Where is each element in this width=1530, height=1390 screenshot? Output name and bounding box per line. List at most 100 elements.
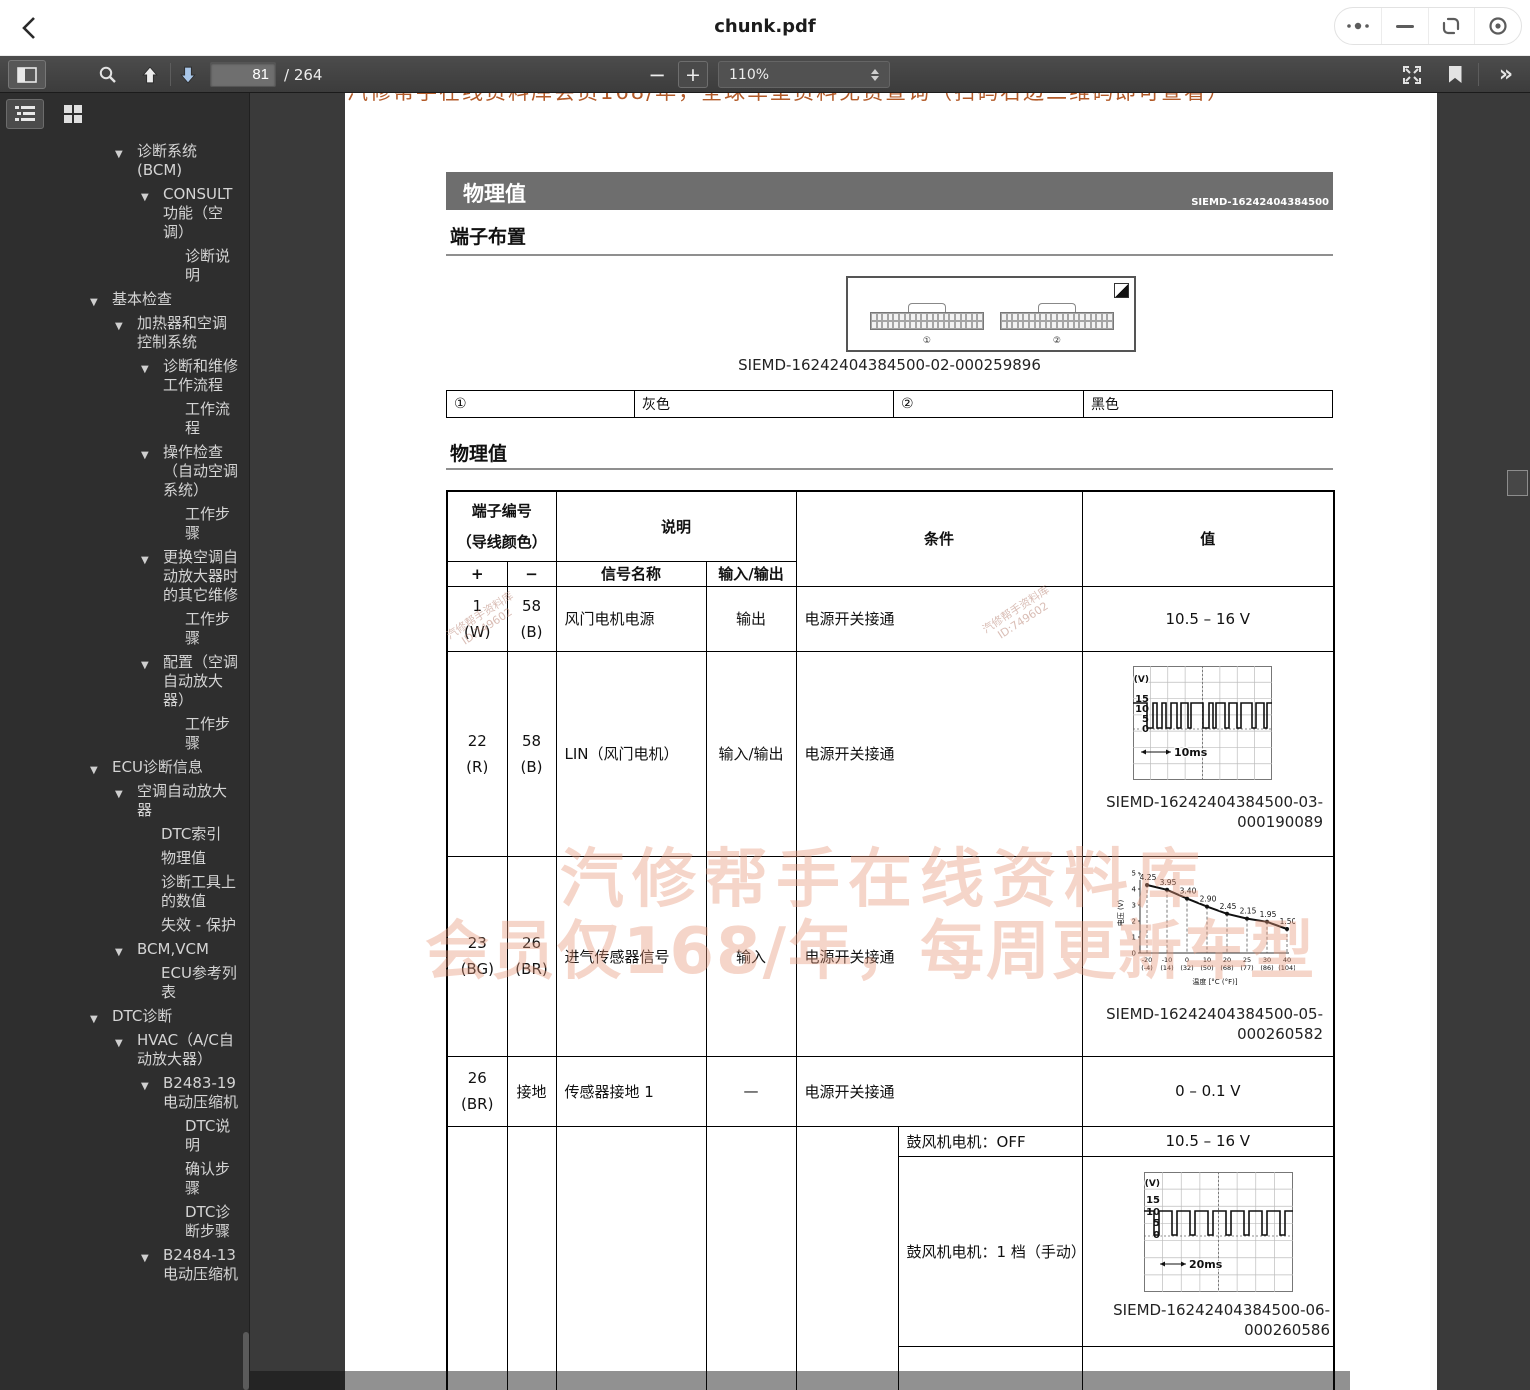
thumbnail-view-button[interactable] — [54, 99, 92, 129]
toc-item[interactable]: 失效 - 保护 — [0, 916, 250, 935]
toc-item-label: 失效 - 保护 — [161, 916, 236, 934]
sidebar-scrollbar-thumb[interactable] — [243, 1332, 249, 1390]
more-options-icon — [1345, 21, 1371, 31]
toc-item[interactable]: ▼ HVAC（A/C自 动放大器） — [0, 1031, 250, 1069]
minimize-icon — [1395, 23, 1415, 29]
toc-item[interactable]: ECU参考列 表 — [0, 964, 250, 1002]
caret-down-icon[interactable]: ▼ — [115, 145, 123, 164]
zoom-in-button[interactable]: + — [678, 61, 708, 88]
toc-item[interactable]: DTC说 明 — [0, 1117, 250, 1155]
toc-item[interactable]: ▼诊断系统 (BCM) — [0, 142, 250, 180]
caret-down-icon[interactable]: ▼ — [115, 785, 123, 804]
fullscreen-button[interactable] — [1398, 62, 1426, 87]
zoom-out-button[interactable]: − — [640, 60, 674, 89]
promo-banner-text: 汽修帮手在线资料库会员168/年，全球车型资料免费查询（扫码右边二维码即可查看） — [347, 93, 1407, 106]
horizontal-scrollbar[interactable] — [250, 1371, 1350, 1390]
caret-down-icon[interactable]: ▼ — [141, 188, 149, 207]
toc-item[interactable]: ▼ BCM,VCM — [0, 940, 250, 959]
app-title-bar: chunk.pdf — [0, 0, 1530, 56]
bookmark-button[interactable] — [1444, 62, 1466, 87]
toc-item[interactable]: ▼ CONSULT 功能（空 调） — [0, 185, 250, 242]
toc-item[interactable]: DTC索引 — [0, 825, 250, 844]
toc-item[interactable]: 诊断说 明 — [0, 247, 250, 285]
toc-item-label: 工作步 骤 — [185, 715, 230, 752]
toc-item[interactable]: ▼ 更换空调自 动放大器时 的其它维修 — [0, 548, 250, 605]
toc-item[interactable]: 物理值 — [0, 849, 250, 868]
more-options-button[interactable] — [1335, 8, 1381, 44]
document-title: chunk.pdf — [0, 16, 1530, 37]
minimize-button[interactable] — [1381, 8, 1428, 44]
toolbar-more-button[interactable]: » — [1490, 60, 1522, 89]
toc-item[interactable]: ▼基本检查 — [0, 290, 250, 309]
toc-item[interactable]: ▼B2484-13 电动压缩机 — [0, 1246, 250, 1284]
toc-item-label: 更换空调自 动放大器时 的其它维修 — [163, 548, 238, 604]
toc-item[interactable]: ▼加热器和空调 控制系统 — [0, 314, 250, 352]
caret-down-icon[interactable]: ▼ — [141, 360, 149, 379]
toc-item-label: 诊断和维修 工作流程 — [163, 357, 238, 394]
target-button[interactable] — [1474, 8, 1521, 44]
col-header-terminal: 端子编号 （导线颜色） — [447, 491, 556, 561]
toc-item[interactable]: ▼DTC诊断 — [0, 1007, 250, 1026]
toc-item-label: BCM,VCM — [137, 940, 209, 958]
toc-item[interactable]: ▼配置（空调 自动放大 器） — [0, 653, 250, 710]
toc-item[interactable]: 工作流 程 — [0, 400, 250, 438]
sidebar-toggle-icon — [17, 67, 37, 83]
toc-item[interactable]: 诊断工具上 的数值 — [0, 873, 250, 911]
caret-down-icon[interactable]: ▼ — [115, 317, 123, 336]
pdf-viewer-area[interactable]: 汽修帮手在线资料库会员168/年，全球车型资料免费查询（扫码右边二维码即可查看）… — [250, 93, 1530, 1390]
zoom-level-value: 110% — [729, 67, 769, 83]
next-page-button[interactable] — [174, 61, 202, 88]
caret-down-icon[interactable]: ▼ — [141, 551, 149, 570]
outline-view-button[interactable] — [6, 99, 44, 129]
physical-values-table: 端子编号 （导线颜色） 说明 条件 值 + − 信号名称 输入/输出 1(W) … — [446, 490, 1335, 1390]
outline-view-icon — [14, 105, 36, 123]
toc-item[interactable]: 工作步 骤 — [0, 505, 250, 543]
restore-window-icon — [1442, 17, 1460, 35]
page-count-label: / 264 — [284, 66, 322, 84]
window-controls — [1334, 7, 1522, 45]
toc-item[interactable]: ▼ 空调自动放大 器 — [0, 782, 250, 820]
caret-down-icon[interactable]: ▼ — [141, 656, 149, 675]
restore-window-button[interactable] — [1428, 8, 1475, 44]
toc-item[interactable]: DTC诊 断步骤 — [0, 1203, 250, 1241]
caret-down-icon[interactable]: ▼ — [90, 293, 98, 312]
toc-item-label: 空调自动放大 器 — [137, 782, 227, 819]
toc-item[interactable]: ▼ECU诊断信息 — [0, 758, 250, 777]
caret-down-icon[interactable]: ▼ — [90, 761, 98, 780]
table-row: 22(R) 58(B) LIN（风门电机） 输入/输出 电源开关接通 — [447, 651, 1334, 856]
previous-page-button[interactable] — [136, 61, 164, 88]
col-header-description: 说明 — [556, 491, 796, 561]
page-up-icon — [141, 65, 159, 85]
toc-item[interactable]: ▼ 操作检查 （自动空调 系统） — [0, 443, 250, 500]
toc-item-label: 物理值 — [161, 849, 206, 867]
toc-item-label: CONSULT 功能（空 调） — [163, 185, 232, 241]
caret-down-icon[interactable]: ▼ — [141, 446, 149, 465]
caret-down-icon[interactable]: ▼ — [115, 1034, 123, 1053]
pdf-toolbar: / 264 − + 110% » — [0, 56, 1530, 93]
vertical-scrollbar-thumb[interactable] — [1507, 470, 1528, 496]
toc-item[interactable]: ▼B2483-19 电动压缩机 — [0, 1074, 250, 1112]
thumbnail-view-icon — [63, 104, 83, 124]
terminal-layout-heading: 端子布置 — [450, 222, 526, 249]
caret-down-icon[interactable]: ▼ — [141, 1249, 149, 1268]
divider — [446, 468, 1333, 470]
toc-item[interactable]: 确认步 骤 — [0, 1160, 250, 1198]
toc-item[interactable]: 工作步 骤 — [0, 610, 250, 648]
sidebar-toggle-button[interactable] — [8, 60, 46, 89]
zoom-level-select[interactable]: 110% — [718, 61, 890, 88]
caret-down-icon[interactable]: ▼ — [115, 943, 123, 962]
table-row: 1(W) 58(B) 风门电机电源 输出 电源开关接通 10.5 – 16 V — [447, 586, 1334, 651]
color-table-color1: 灰色 — [635, 391, 894, 418]
bookmark-icon — [1449, 66, 1462, 83]
toc-item-label: 操作检查 （自动空调 系统） — [163, 443, 238, 499]
caret-down-icon[interactable]: ▼ — [141, 1077, 149, 1096]
sidebar-view-switcher — [0, 93, 250, 135]
page-number-input[interactable] — [210, 62, 276, 87]
toc-item[interactable]: 工作步 骤 — [0, 715, 250, 753]
toc-item-label: ECU参考列 表 — [161, 964, 237, 1001]
toc-item-label: 工作步 骤 — [185, 505, 230, 542]
search-button[interactable] — [94, 62, 122, 87]
toc-item-label: HVAC（A/C自 动放大器） — [137, 1031, 234, 1068]
caret-down-icon[interactable]: ▼ — [90, 1010, 98, 1029]
toc-item[interactable]: ▼ 诊断和维修 工作流程 — [0, 357, 250, 395]
